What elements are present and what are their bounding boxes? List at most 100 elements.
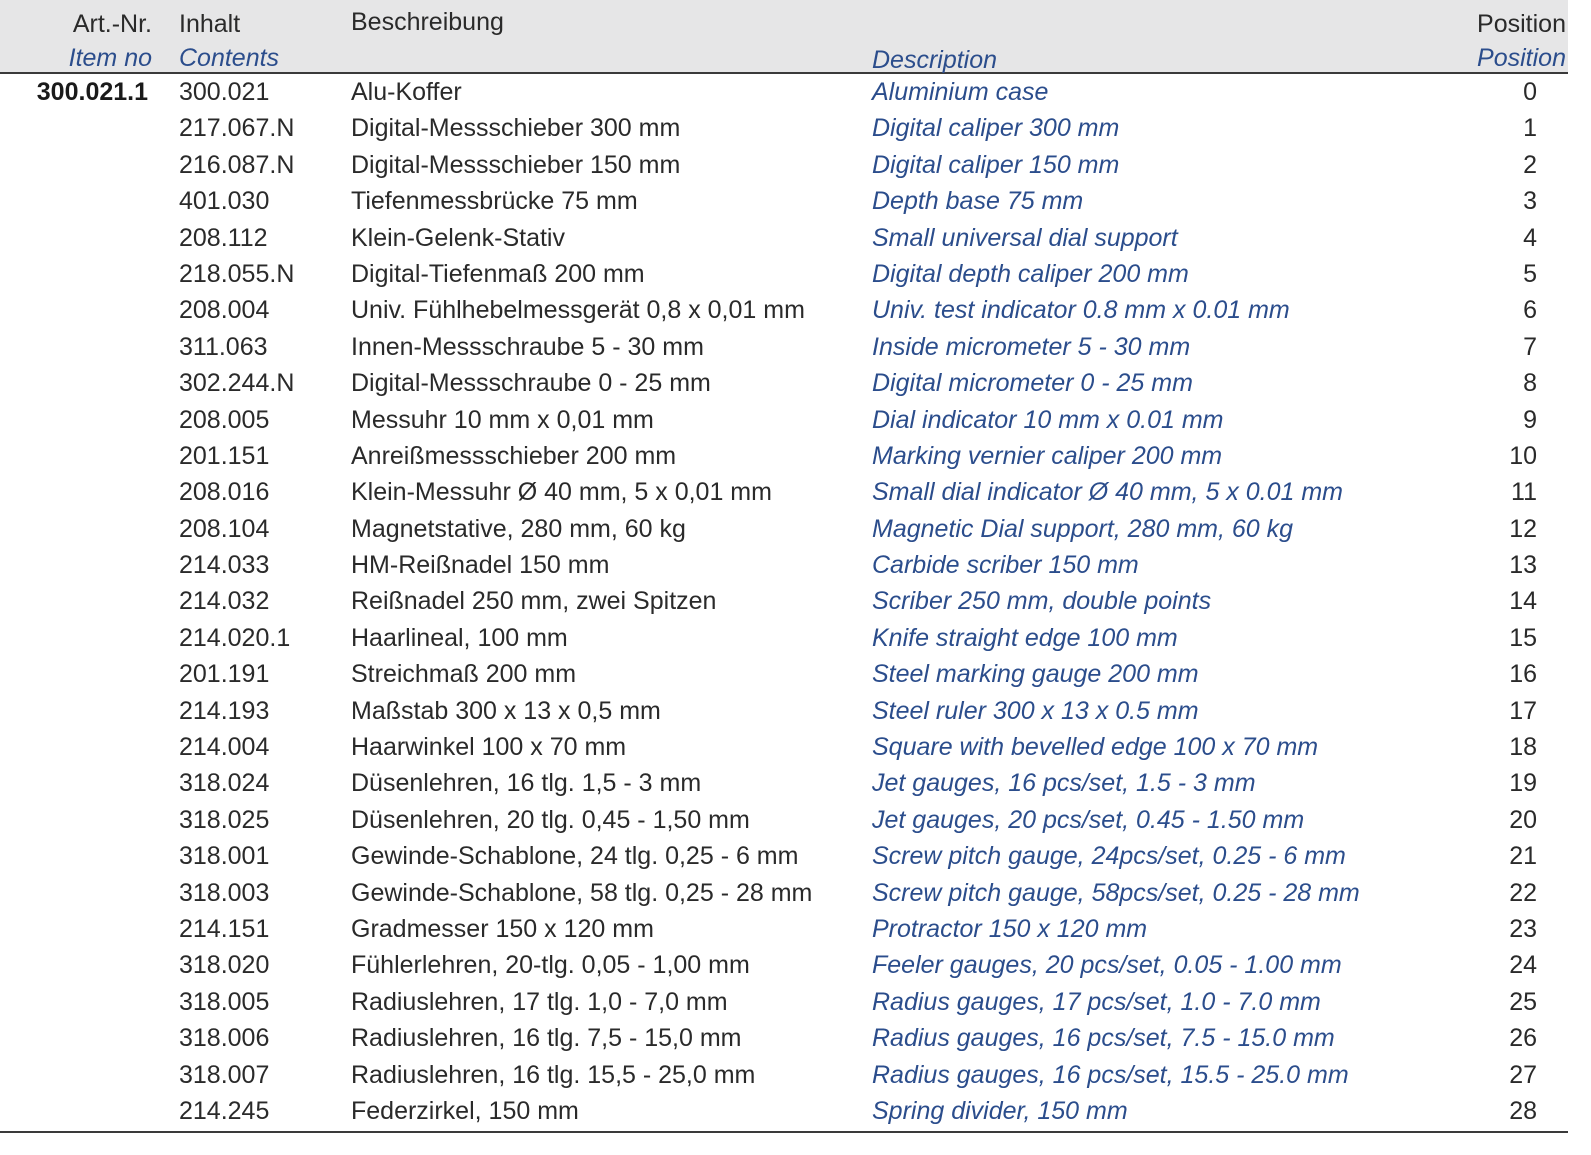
table-row: 318.024 Düsenlehren, 16 tlg. 1,5 - 3 mm Je…: [0, 767, 1568, 803]
contents-number: 302.244.N: [179, 369, 295, 398]
position-number: 17: [1509, 696, 1537, 725]
position-number: 5: [1523, 259, 1537, 288]
position-number: 26: [1509, 1024, 1537, 1053]
english-description: Digital caliper 300 mm: [872, 114, 1120, 143]
german-description: Klein-Messuhr Ø 40 mm, 5 x 0,01 mm: [351, 478, 772, 507]
english-description: Spring divider, 150 mm: [872, 1096, 1128, 1125]
german-description: Gradmesser 150 x 120 mm: [351, 914, 654, 943]
table-row: 318.005 Radiuslehren, 17 tlg. 1,0 - 7,0 m…: [0, 986, 1568, 1022]
position-number: 22: [1509, 878, 1537, 907]
english-description: Steel ruler 300 x 13 x 0.5 mm: [872, 696, 1199, 725]
contents-number: 208.112: [179, 223, 268, 252]
contents-number: 318.001: [179, 842, 270, 871]
german-description: Digital-Messschieber 150 mm: [351, 150, 681, 179]
contents-number: 214.020.1: [179, 623, 291, 652]
table-row: 208.104 Magnetstative, 280 mm, 60 kg Magne…: [0, 513, 1568, 549]
german-description: Digital-Tiefenmaß 200 mm: [351, 259, 645, 288]
contents-number: 318.003: [179, 878, 270, 907]
contents-number: 214.151: [179, 914, 270, 943]
header-contents-en: Contents: [179, 44, 280, 72]
table-row: 214.151 Gradmesser 150 x 120 mm Protractor…: [0, 913, 1568, 949]
table-row: 302.244.N Digital-Messschraube 0 - 25 mm D…: [0, 367, 1568, 403]
english-description: Screw pitch gauge, 58pcs/set, 0.25 - 28 …: [872, 878, 1360, 907]
german-description: HM-Reißnadel 150 mm: [351, 551, 610, 580]
german-description: Digital-Messschieber 300 mm: [351, 114, 681, 143]
german-description: Digital-Messschraube 0 - 25 mm: [351, 369, 711, 398]
table-row: 208.016 Klein-Messuhr Ø 40 mm, 5 x 0,01 m…: [0, 476, 1568, 512]
english-description: Marking vernier caliper 200 mm: [872, 441, 1223, 470]
german-description: Alu-Koffer: [351, 78, 462, 106]
english-description: Square with bevelled edge 100 x 70 mm: [872, 733, 1319, 762]
table-row: 401.030 Tiefenmessbrücke 75 mm Depth base …: [0, 185, 1568, 221]
english-description: Radius gauges, 16 pcs/set, 7.5 - 15.0 mm: [872, 1024, 1335, 1053]
english-description: Jet gauges, 16 pcs/set, 1.5 - 3 mm: [872, 769, 1256, 798]
german-description: Düsenlehren, 20 tlg. 0,45 - 1,50 mm: [351, 805, 750, 834]
german-description: Tiefenmessbrücke 75 mm: [351, 187, 638, 216]
english-description: Jet gauges, 20 pcs/set, 0.45 - 1.50 mm: [872, 805, 1305, 834]
position-number: 0: [1523, 78, 1537, 106]
contents-number: 201.151: [179, 441, 270, 470]
table-row: 318.007 Radiuslehren, 16 tlg. 15,5 - 25,0…: [0, 1059, 1568, 1095]
english-description: Radius gauges, 16 pcs/set, 15.5 - 25.0 m…: [872, 1060, 1349, 1089]
contents-number: 216.087.N: [179, 150, 295, 179]
header-description-en: Description: [872, 46, 998, 74]
position-number: 21: [1509, 842, 1537, 871]
table-row: 318.020 Fühlerlehren, 20-tlg. 0,05 - 1,00…: [0, 949, 1568, 985]
german-description: Radiuslehren, 16 tlg. 7,5 - 15,0 mm: [351, 1024, 742, 1053]
contents-number: 208.004: [179, 296, 270, 325]
table-row: 208.005 Messuhr 10 mm x 0,01 mm Dial indic…: [0, 404, 1568, 440]
table-row: 318.003 Gewinde-Schablone, 58 tlg. 0,25 -…: [0, 877, 1568, 913]
contents-number: 318.025: [179, 805, 270, 834]
position-number: 7: [1523, 332, 1537, 361]
position-number: 16: [1509, 660, 1537, 689]
german-description: Univ. Fühlhebelmessgerät 0,8 x 0,01 mm: [351, 296, 805, 325]
table-row: 318.001 Gewinde-Schablone, 24 tlg. 0,25 -…: [0, 840, 1568, 876]
german-description: Fühlerlehren, 20-tlg. 0,05 - 1,00 mm: [351, 951, 750, 980]
position-number: 12: [1509, 514, 1537, 543]
table-row: 208.112 Klein-Gelenk-Stativ Small universa…: [0, 222, 1568, 258]
position-number: 11: [1511, 478, 1537, 507]
position-number: 6: [1523, 296, 1537, 325]
german-description: Messuhr 10 mm x 0,01 mm: [351, 405, 654, 434]
contents-number: 318.006: [179, 1024, 270, 1053]
english-description: Steel marking gauge 200 mm: [872, 660, 1199, 689]
contents-number: 311.063: [179, 332, 268, 361]
contents-number: 214.245: [179, 1096, 270, 1125]
contents-number: 208.104: [179, 514, 270, 543]
table-row: 214.193 Maßstab 300 x 13 x 0,5 mm Steel ru…: [0, 695, 1568, 731]
position-number: 28: [1509, 1096, 1537, 1125]
english-description: Univ. test indicator 0.8 mm x 0.01 mm: [872, 296, 1290, 325]
bottom-rule: [0, 1131, 1568, 1133]
header-contents-de: Inhalt: [179, 10, 241, 38]
english-description: Digital caliper 150 mm: [872, 150, 1120, 179]
german-description: Anreißmessschieber 200 mm: [351, 441, 677, 470]
position-number: 14: [1509, 587, 1537, 616]
header-item-de: Art.-Nr.: [72, 10, 152, 38]
table-row: 214.020.1 Haarlineal, 100 mm Knife straigh…: [0, 622, 1568, 658]
contents-number: 300.021: [179, 78, 270, 106]
position-number: 2: [1523, 150, 1537, 179]
german-description: Gewinde-Schablone, 58 tlg. 0,25 - 28 mm: [351, 878, 813, 907]
english-description: Aluminium case: [872, 78, 1049, 106]
table-row: 318.006 Radiuslehren, 16 tlg. 7,5 - 15,0 …: [0, 1022, 1568, 1058]
position-number: 20: [1509, 805, 1537, 834]
english-description: Radius gauges, 17 pcs/set, 1.0 - 7.0 mm: [872, 987, 1321, 1016]
english-description: Dial indicator 10 mm x 0.01 mm: [872, 405, 1224, 434]
table-row: 300.021.1 300.021 Alu-Koffer Aluminium case…: [0, 76, 1568, 112]
position-number: 13: [1509, 551, 1537, 580]
german-description: Düsenlehren, 16 tlg. 1,5 - 3 mm: [351, 769, 702, 798]
german-description: Magnetstative, 280 mm, 60 kg: [351, 514, 686, 543]
english-description: Depth base 75 mm: [872, 187, 1084, 216]
contents-number: 218.055.N: [179, 259, 295, 288]
position-number: 25: [1509, 987, 1537, 1016]
position-number: 24: [1509, 951, 1537, 980]
position-number: 10: [1509, 441, 1537, 470]
contents-number: 318.020: [179, 951, 270, 980]
english-description: Small dial indicator Ø 40 mm, 5 x 0.01 m…: [872, 478, 1343, 507]
table-row: 214.245 Federzirkel, 150 mm Spring divider…: [0, 1095, 1568, 1131]
german-description: Haarlineal, 100 mm: [351, 623, 568, 652]
position-number: 27: [1509, 1060, 1537, 1089]
contents-number: 201.191: [179, 660, 270, 689]
contents-number: 318.005: [179, 987, 270, 1016]
position-number: 1: [1523, 114, 1537, 143]
